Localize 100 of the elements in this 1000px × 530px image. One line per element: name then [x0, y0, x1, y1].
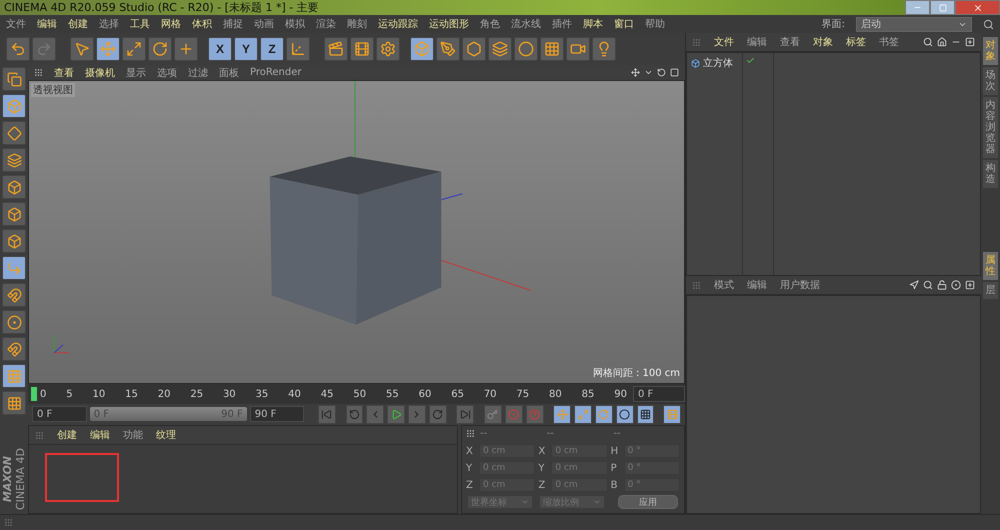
menu-item[interactable]: 显示 — [126, 66, 146, 80]
maximize-button[interactable] — [930, 0, 955, 15]
axes-button[interactable] — [286, 37, 310, 61]
menu-item[interactable]: 模式 — [714, 278, 734, 292]
side-tab[interactable]: 场次 — [983, 67, 998, 95]
film-button[interactable] — [350, 37, 374, 61]
menu-item[interactable]: 文件 — [6, 17, 26, 31]
menu-item[interactable]: 帮助 — [645, 17, 665, 31]
search-icon[interactable] — [923, 37, 933, 47]
layers-button[interactable] — [2, 148, 26, 172]
side-tab[interactable]: 属性 — [983, 252, 998, 280]
close-button[interactable] — [955, 0, 1000, 15]
stamp-button[interactable] — [2, 67, 26, 91]
menu-item[interactable]: 摄像机 — [85, 66, 115, 80]
cube-button[interactable] — [2, 175, 26, 199]
menu-item[interactable]: 体积 — [192, 17, 212, 31]
parameter-key-button[interactable] — [616, 404, 634, 424]
magnet-button[interactable] — [2, 283, 26, 307]
menu-item[interactable]: 对象 — [813, 35, 833, 49]
point-key-button[interactable] — [636, 404, 654, 424]
menu-item[interactable]: 查看 — [54, 66, 74, 80]
side-tab[interactable]: 构造 — [983, 160, 998, 188]
menu-item[interactable]: 标签 — [846, 35, 866, 49]
menu-item[interactable]: 网格 — [161, 17, 181, 31]
menu-item[interactable]: 模拟 — [285, 17, 305, 31]
menu-item[interactable]: 窗口 — [614, 17, 634, 31]
pen-button[interactable] — [436, 37, 460, 61]
check-icon[interactable] — [746, 56, 755, 65]
axis-button[interactable]: X — [208, 37, 232, 61]
search-icon[interactable] — [983, 18, 994, 30]
rotate-button[interactable] — [148, 37, 172, 61]
menu-item[interactable]: 书签 — [879, 35, 899, 49]
new-panel-icon[interactable] — [965, 280, 975, 290]
clapperboard-button[interactable] — [324, 37, 348, 61]
diamond-button[interactable] — [2, 121, 26, 145]
menu-item[interactable]: 选择 — [99, 17, 119, 31]
arrow-icon[interactable] — [909, 280, 919, 290]
circle-button[interactable] — [2, 310, 26, 334]
menu-item[interactable]: 插件 — [552, 17, 572, 31]
lightbulb-button[interactable] — [592, 37, 616, 61]
end-frame-field[interactable]: 90 F — [250, 406, 304, 422]
layout-dropdown[interactable]: 启动 — [856, 16, 972, 32]
side-tab[interactable]: 内容浏览器 — [983, 97, 998, 158]
hexagon-button[interactable] — [462, 37, 486, 61]
menu-item[interactable]: 工具 — [130, 17, 150, 31]
rotate-key-button[interactable] — [594, 404, 613, 424]
side-tab[interactable]: 层 — [983, 282, 998, 299]
axis-button[interactable]: Y — [234, 37, 258, 61]
menu-item[interactable]: 过滤 — [188, 66, 208, 80]
menu-item[interactable]: 运动图形 — [429, 17, 469, 31]
minimize-button[interactable] — [905, 0, 930, 15]
start-frame-field[interactable]: 0 F — [32, 406, 87, 422]
menu-item[interactable]: ProRender — [250, 67, 302, 78]
menu-item[interactable]: 编辑 — [37, 17, 57, 31]
menu-item[interactable]: 纹理 — [156, 428, 176, 442]
timeline-button[interactable] — [663, 404, 682, 424]
menu-item[interactable]: 编辑 — [747, 35, 767, 49]
previous-key-button[interactable] — [346, 404, 364, 424]
cube-button[interactable] — [2, 202, 26, 226]
circle-icon[interactable] — [951, 280, 961, 290]
menu-item[interactable]: 用户数据 — [780, 278, 820, 292]
circle-button[interactable] — [514, 37, 538, 61]
first-frame-button[interactable] — [318, 404, 336, 424]
menu-item[interactable]: 渲染 — [316, 17, 336, 31]
undo-button[interactable] — [6, 37, 30, 61]
magnet-button[interactable] — [2, 337, 26, 361]
pointer-button[interactable] — [70, 37, 94, 61]
menu-item[interactable]: 编辑 — [747, 278, 767, 292]
gear-button[interactable] — [376, 37, 400, 61]
grid-button[interactable] — [2, 364, 26, 388]
scale-button[interactable] — [122, 37, 146, 61]
menu-item[interactable]: 选项 — [157, 66, 177, 80]
last-frame-button[interactable] — [456, 404, 474, 424]
cube-button[interactable] — [410, 37, 434, 61]
move-key-button[interactable] — [553, 404, 572, 424]
menu-item[interactable]: 捕捉 — [223, 17, 243, 31]
scale-key-button[interactable] — [574, 404, 592, 424]
menu-item[interactable]: 查看 — [780, 35, 800, 49]
menu-item[interactable]: 创建 — [57, 428, 77, 442]
next-key-button[interactable] — [428, 404, 447, 424]
side-tab[interactable]: 对象 — [983, 37, 998, 65]
cube-button[interactable] — [2, 94, 26, 118]
menu-item[interactable]: 功能 — [123, 428, 143, 442]
menu-item[interactable]: 流水线 — [511, 17, 541, 31]
cube-drawing[interactable] — [270, 156, 442, 326]
menu-item[interactable]: 雕刻 — [347, 17, 367, 31]
plus-button[interactable] — [174, 37, 198, 61]
object-item[interactable]: 立方体 — [687, 53, 742, 73]
key-button[interactable] — [484, 404, 502, 424]
axis-button[interactable]: Z — [260, 37, 284, 61]
viewport[interactable]: 透视视图 网格间距 : 100 cm — [28, 80, 685, 384]
square-icon[interactable] — [670, 68, 679, 78]
menu-item[interactable]: 角色 — [480, 17, 500, 31]
move-button[interactable] — [96, 37, 120, 61]
menu-item[interactable]: 面板 — [219, 66, 239, 80]
menu-item[interactable]: 动画 — [254, 17, 274, 31]
menu-item[interactable]: 创建 — [68, 17, 88, 31]
search-icon[interactable] — [923, 280, 933, 290]
video-camera-button[interactable] — [566, 37, 590, 61]
playhead[interactable] — [31, 387, 37, 402]
